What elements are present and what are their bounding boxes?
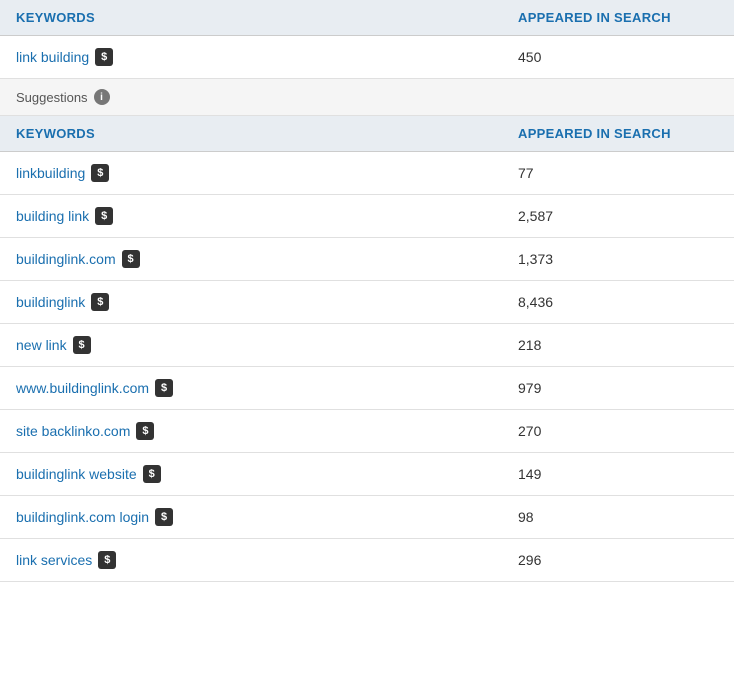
- table2-keywords-header: KEYWORDS: [16, 126, 518, 141]
- suggestions-row: Suggestions i: [0, 79, 734, 116]
- keyword-cell: www.buildinglink.com $: [16, 379, 518, 397]
- keyword-link[interactable]: building link: [16, 208, 89, 224]
- appeared-cell: 979: [518, 380, 718, 396]
- keyword-cell: link building $: [16, 48, 518, 66]
- keyword-cell: building link $: [16, 207, 518, 225]
- keyword-cell: buildinglink.com login $: [16, 508, 518, 526]
- dollar-icon: $: [98, 551, 116, 569]
- dollar-icon: $: [143, 465, 161, 483]
- keyword-cell: buildinglink $: [16, 293, 518, 311]
- keyword-cell: new link $: [16, 336, 518, 354]
- keyword-link[interactable]: site backlinko.com: [16, 423, 130, 439]
- appeared-cell: 8,436: [518, 294, 718, 310]
- table-row: buildinglink.com login $ 98: [0, 496, 734, 539]
- appeared-cell: 77: [518, 165, 718, 181]
- table2-header: KEYWORDS APPEARED IN SEARCH: [0, 116, 734, 152]
- keyword-link[interactable]: linkbuilding: [16, 165, 85, 181]
- dollar-icon: $: [95, 48, 113, 66]
- dollar-icon: $: [91, 164, 109, 182]
- dollar-icon: $: [122, 250, 140, 268]
- keyword-link[interactable]: buildinglink.com login: [16, 509, 149, 525]
- table-row: site backlinko.com $ 270: [0, 410, 734, 453]
- keyword-link[interactable]: buildinglink website: [16, 466, 137, 482]
- keyword-cell: linkbuilding $: [16, 164, 518, 182]
- keyword-link[interactable]: link building: [16, 49, 89, 65]
- appeared-cell: 450: [518, 49, 718, 65]
- appeared-cell: 296: [518, 552, 718, 568]
- suggestions-label: Suggestions: [16, 90, 88, 105]
- table-row: link building $ 450: [0, 36, 734, 79]
- dollar-icon: $: [95, 207, 113, 225]
- keyword-cell: buildinglink website $: [16, 465, 518, 483]
- keyword-cell: link services $: [16, 551, 518, 569]
- dollar-icon: $: [155, 379, 173, 397]
- table1-keywords-header: KEYWORDS: [16, 10, 518, 25]
- appeared-cell: 2,587: [518, 208, 718, 224]
- keyword-cell: site backlinko.com $: [16, 422, 518, 440]
- appeared-cell: 218: [518, 337, 718, 353]
- main-container: KEYWORDS APPEARED IN SEARCH link buildin…: [0, 0, 734, 582]
- table-row: new link $ 218: [0, 324, 734, 367]
- dollar-icon: $: [73, 336, 91, 354]
- appeared-cell: 98: [518, 509, 718, 525]
- keyword-link[interactable]: buildinglink: [16, 294, 85, 310]
- keyword-cell: buildinglink.com $: [16, 250, 518, 268]
- info-icon[interactable]: i: [94, 89, 110, 105]
- dollar-icon: $: [91, 293, 109, 311]
- table-row: www.buildinglink.com $ 979: [0, 367, 734, 410]
- table1-appeared-header: APPEARED IN SEARCH: [518, 10, 718, 25]
- appeared-cell: 1,373: [518, 251, 718, 267]
- dollar-icon: $: [136, 422, 154, 440]
- appeared-cell: 149: [518, 466, 718, 482]
- table-row: linkbuilding $ 77: [0, 152, 734, 195]
- dollar-icon: $: [155, 508, 173, 526]
- keyword-link[interactable]: buildinglink.com: [16, 251, 116, 267]
- keyword-link[interactable]: new link: [16, 337, 67, 353]
- table2-appeared-header: APPEARED IN SEARCH: [518, 126, 718, 141]
- table1-header: KEYWORDS APPEARED IN SEARCH: [0, 0, 734, 36]
- keyword-link[interactable]: www.buildinglink.com: [16, 380, 149, 396]
- table-row: link services $ 296: [0, 539, 734, 582]
- table-row: building link $ 2,587: [0, 195, 734, 238]
- table-row: buildinglink.com $ 1,373: [0, 238, 734, 281]
- table-row: buildinglink $ 8,436: [0, 281, 734, 324]
- appeared-cell: 270: [518, 423, 718, 439]
- table-row: buildinglink website $ 149: [0, 453, 734, 496]
- link-services-link[interactable]: link services: [16, 552, 92, 568]
